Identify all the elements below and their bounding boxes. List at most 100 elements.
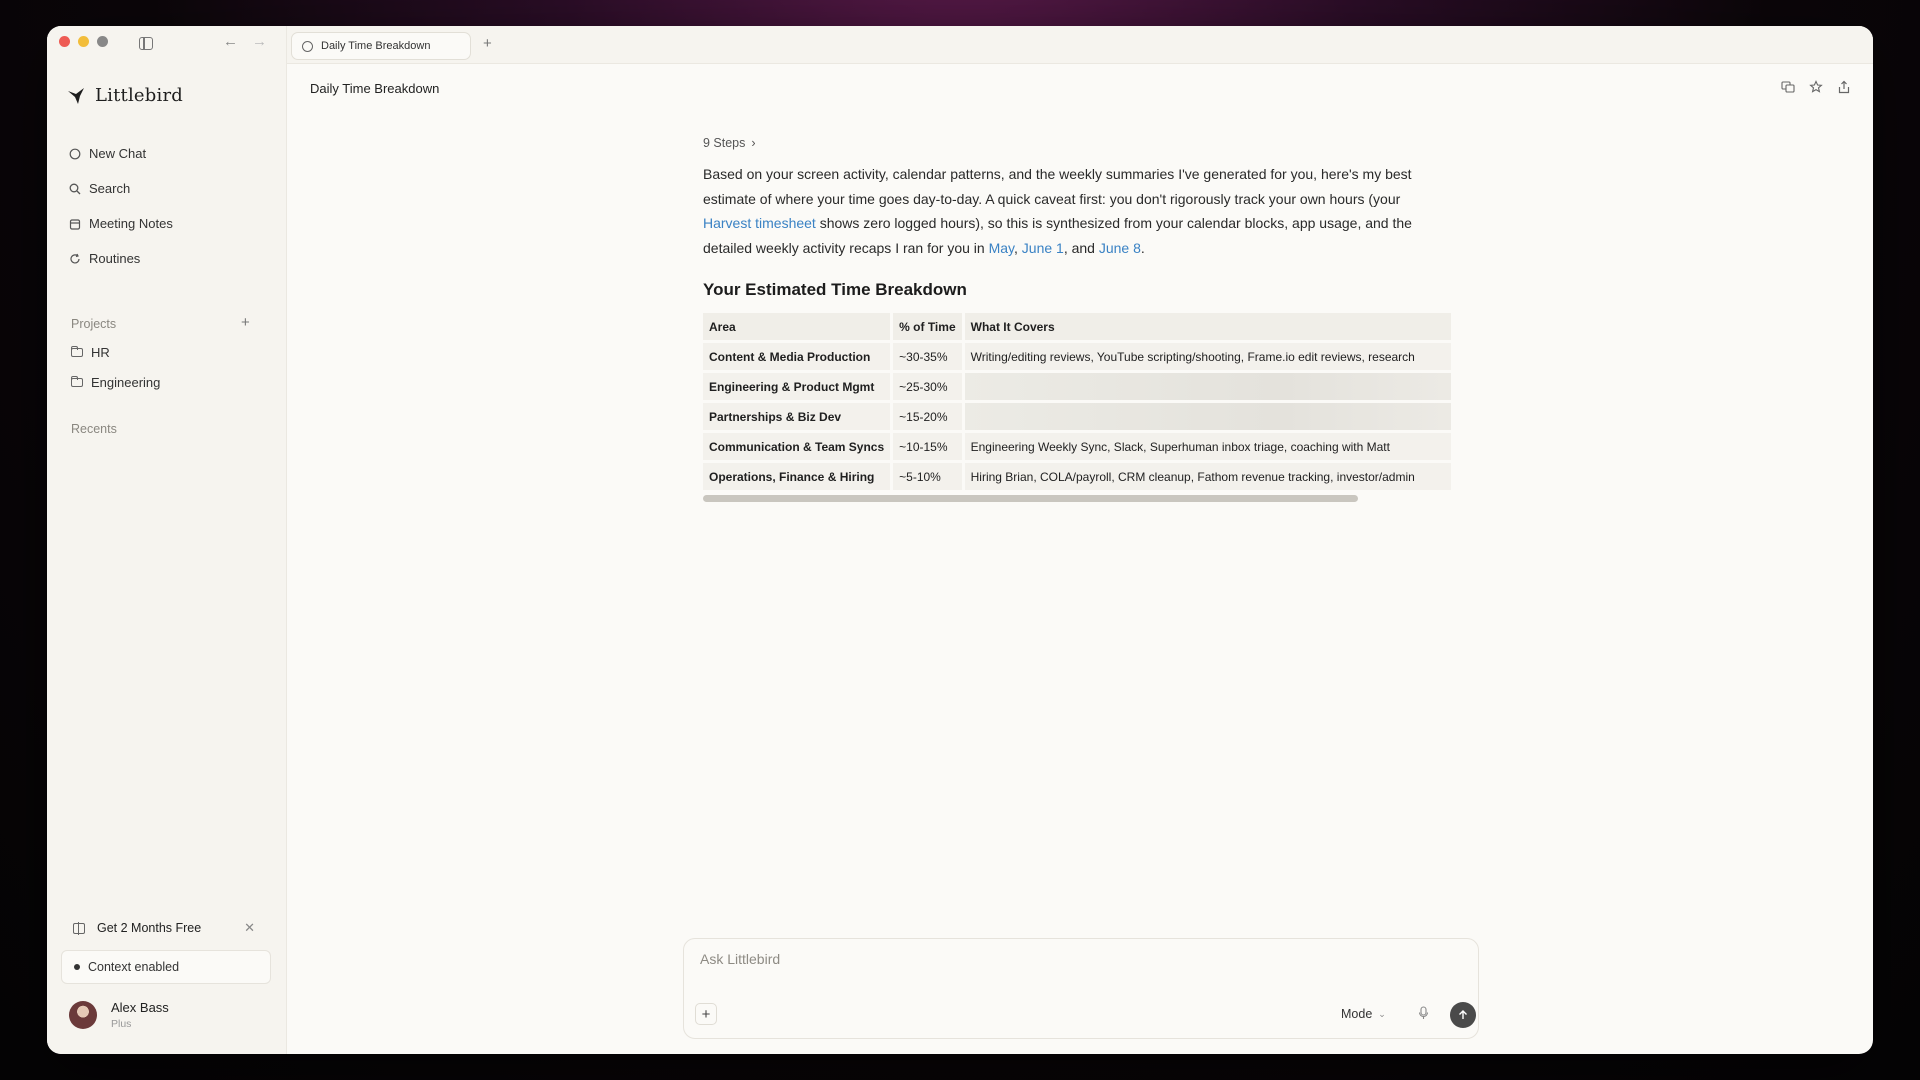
text-span: ,	[1014, 239, 1022, 256]
star-icon[interactable]	[1809, 80, 1823, 94]
text-span: , and	[1063, 239, 1099, 256]
new-tab-button[interactable]: +	[483, 35, 492, 52]
avatar	[69, 1001, 97, 1029]
table-row: Partnerships & Biz Dev ~15-20%	[703, 403, 1451, 430]
table-horizontal-scrollbar[interactable]	[703, 495, 1358, 502]
project-label: HR	[91, 344, 110, 360]
user-plan: Plus	[111, 1018, 132, 1030]
time-breakdown-table: Area % of Time What It Covers Content & …	[703, 310, 1451, 502]
percent-cell: ~5-10%	[893, 463, 962, 490]
ask-input[interactable]: Ask Littlebird	[700, 951, 780, 967]
table-row: Content & Media Production ~30-35% Writi…	[703, 343, 1451, 370]
sidebar-item-label: New Chat	[89, 146, 147, 161]
window-controls	[59, 36, 108, 47]
area-cell: Content & Media Production	[703, 343, 891, 370]
user-name: Alex Bass	[111, 1000, 169, 1015]
translate-icon[interactable]	[1781, 80, 1795, 94]
bird-logo-icon	[68, 87, 84, 104]
column-header: % of Time	[893, 313, 962, 340]
app-window: ← → Littlebird New Chat Search Meeting N…	[47, 26, 1873, 1054]
user-profile[interactable]: Alex Bass Plus	[69, 1000, 169, 1030]
minimize-window-button[interactable]	[78, 36, 89, 47]
sidebar-item-meeting-notes[interactable]: Meeting Notes	[69, 206, 173, 241]
link-june-1[interactable]: June 1	[1022, 240, 1064, 256]
chat-composer[interactable]: Ask Littlebird + Mode ⌄	[683, 938, 1479, 1039]
mode-dropdown[interactable]: Mode ⌄	[1341, 1007, 1386, 1021]
projects-label: Projects	[71, 317, 117, 331]
context-toggle[interactable]: Context enabled	[61, 950, 271, 984]
sidebar-item-label: Search	[89, 181, 131, 196]
project-item-hr[interactable]: HR	[71, 337, 160, 367]
arrow-up-icon	[1459, 1010, 1467, 1019]
close-icon[interactable]: ✕	[244, 920, 255, 936]
status-dot	[74, 964, 80, 970]
add-project-button[interactable]: +	[241, 314, 250, 331]
promo-label: Get 2 Months Free	[97, 921, 202, 935]
chat-bubble-icon	[302, 40, 313, 52]
send-button[interactable]	[1450, 1002, 1476, 1028]
area-cell: Engineering & Product Mgmt	[703, 373, 891, 400]
share-icon[interactable]	[1837, 80, 1851, 94]
refresh-icon	[69, 253, 81, 265]
sidebar-toggle-icon[interactable]	[139, 37, 153, 50]
close-window-button[interactable]	[59, 36, 70, 47]
percent-cell: ~10-15%	[893, 433, 962, 460]
calendar-icon	[69, 218, 81, 230]
column-header: What It Covers	[964, 313, 1451, 340]
covers-cell: Engineering Weekly Sync, Slack, Superhum…	[964, 433, 1451, 460]
search-icon	[69, 183, 81, 195]
table-header-row: Area % of Time What It Covers	[703, 313, 1451, 340]
table-row: Communication & Team Syncs ~10-15% Engin…	[703, 433, 1451, 460]
context-label: Context enabled	[88, 960, 180, 974]
column-header: Area	[703, 313, 891, 340]
folder-icon	[71, 345, 83, 357]
covers-cell: Hiring Brian, COLA/payroll, CRM cleanup,…	[964, 463, 1451, 490]
sidebar-item-label: Routines	[89, 251, 141, 266]
section-heading: Your Estimated Time Breakdown	[703, 280, 967, 299]
link-june-8[interactable]: June 8	[1099, 240, 1141, 256]
sidebar-item-new-chat[interactable]: New Chat	[69, 136, 173, 171]
link-may[interactable]: May	[989, 240, 1014, 256]
attach-button[interactable]: +	[695, 1003, 717, 1025]
message-paragraph: Based on your screen activity, calendar …	[703, 162, 1451, 260]
forward-arrow-icon[interactable]: →	[252, 33, 267, 50]
sidebar: ← → Littlebird New Chat Search Meeting N…	[47, 26, 287, 1054]
covers-cell: Writing/editing reviews, YouTube scripti…	[964, 343, 1451, 370]
folder-icon	[71, 375, 83, 387]
chevron-right-icon: ›	[751, 136, 756, 150]
project-item-engineering[interactable]: Engineering	[71, 367, 160, 397]
tab-label: Daily Time Breakdown	[321, 40, 431, 52]
microphone-icon[interactable]	[1418, 1006, 1429, 1023]
recents-label: Recents	[71, 422, 117, 436]
area-cell: Operations, Finance & Hiring	[703, 463, 891, 490]
area-cell: Communication & Team Syncs	[703, 433, 891, 460]
steps-toggle[interactable]: 9 Steps ›	[703, 136, 1451, 150]
chat-bubble-icon	[69, 148, 81, 160]
table-row: Engineering & Product Mgmt ~25-30%	[703, 373, 1451, 400]
brand-name: Littlebird	[95, 85, 183, 106]
chevron-down-icon: ⌄	[1378, 1008, 1386, 1019]
loading-placeholder	[964, 403, 1451, 430]
percent-cell: ~30-35%	[893, 343, 962, 370]
brand[interactable]: Littlebird	[67, 85, 183, 106]
percent-cell: ~15-20%	[893, 403, 962, 430]
table-row: Operations, Finance & Hiring ~5-10% Hiri…	[703, 463, 1451, 490]
project-label: Engineering	[91, 374, 161, 390]
back-arrow-icon[interactable]: ←	[223, 33, 238, 50]
tab-bar: Daily Time Breakdown +	[287, 26, 1873, 64]
assistant-message: 9 Steps › Based on your screen activity,…	[703, 136, 1451, 502]
text-span: .	[1140, 239, 1145, 256]
area-cell: Partnerships & Biz Dev	[703, 403, 891, 430]
percent-cell: ~25-30%	[893, 373, 962, 400]
promo-banner[interactable]: Get 2 Months Free ✕	[61, 910, 267, 946]
maximize-window-button[interactable]	[97, 36, 108, 47]
gift-icon	[73, 921, 85, 935]
sidebar-menu: New Chat Search Meeting Notes Routines	[69, 136, 173, 276]
page-title: Daily Time Breakdown	[310, 81, 440, 96]
sidebar-item-label: Meeting Notes	[89, 216, 173, 231]
text-span: Based on your screen activity, calendar …	[703, 166, 1412, 207]
tab-daily-time-breakdown[interactable]: Daily Time Breakdown	[291, 32, 471, 60]
sidebar-item-search[interactable]: Search	[69, 171, 173, 206]
sidebar-item-routines[interactable]: Routines	[69, 241, 173, 276]
link-harvest-timesheet[interactable]: Harvest timesheet	[703, 215, 816, 231]
